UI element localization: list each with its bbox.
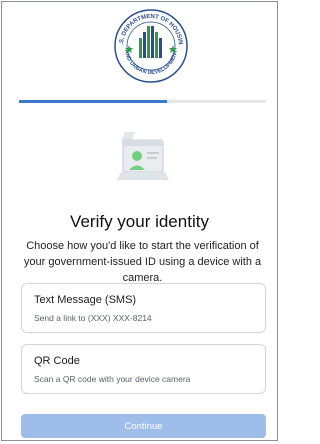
option-qr-code[interactable]: QR Code Scan a QR code with your device … — [21, 344, 266, 394]
page-subtitle: Choose how you'd like to start the verif… — [23, 240, 262, 284]
continue-button[interactable]: Continue — [21, 414, 266, 438]
progress-bar-fill — [19, 100, 168, 103]
hud-seal-logo: U.S. DEPARTMENT OF HOUSING AND URBAN DEV… — [113, 8, 188, 83]
option-title: QR Code — [34, 355, 80, 367]
option-description: Scan a QR code with your device camera — [34, 374, 191, 384]
option-description: Send a link to (XXX) XXX-8214 — [34, 313, 152, 323]
option-title: Text Message (SMS) — [34, 294, 137, 306]
page-title: Verify your identity — [70, 212, 209, 231]
progress-bar — [19, 100, 266, 103]
id-verification-illustration-icon — [117, 132, 169, 180]
verification-panel: U.S. DEPARTMENT OF HOUSING AND URBAN DEV… — [1, 1, 278, 441]
option-text-message[interactable]: Text Message (SMS) Send a link to (XXX) … — [21, 283, 266, 333]
